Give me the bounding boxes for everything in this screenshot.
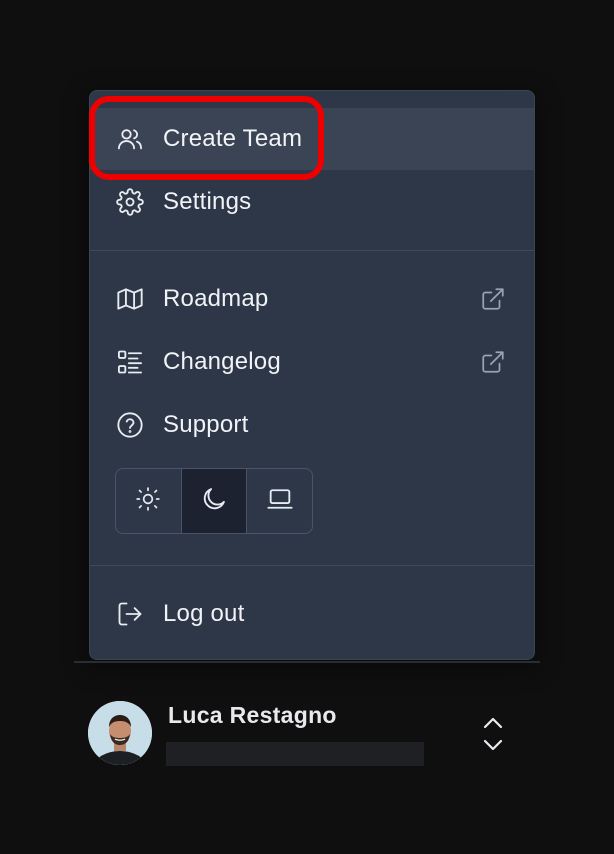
map-icon [116, 285, 144, 313]
moon-icon [200, 485, 228, 518]
users-icon [116, 125, 144, 153]
laptop-icon [266, 485, 294, 518]
user-email-redacted [166, 742, 424, 766]
menu-item-label: Support [163, 411, 249, 438]
theme-system-button[interactable] [247, 469, 312, 533]
theme-light-button[interactable] [116, 469, 182, 533]
menu-divider [90, 250, 534, 251]
user-account-switcher[interactable]: Luca Restagno [88, 700, 528, 770]
section-divider [74, 661, 540, 663]
logout-icon [116, 600, 144, 628]
menu-item-settings[interactable]: Settings [90, 171, 534, 233]
menu-item-roadmap[interactable]: Roadmap [90, 268, 534, 330]
external-link-icon [480, 286, 506, 312]
menu-item-label: Changelog [163, 348, 281, 375]
menu-divider [90, 565, 534, 566]
menu-item-label: Create Team [163, 125, 303, 152]
menu-item-logout[interactable]: Log out [90, 583, 534, 645]
list-icon [116, 348, 144, 376]
menu-item-label: Settings [163, 188, 252, 215]
menu-item-create-team[interactable]: Create Team [90, 108, 534, 170]
menu-item-changelog[interactable]: Changelog [90, 331, 534, 393]
theme-dark-button[interactable] [181, 469, 248, 533]
gear-icon [116, 188, 144, 216]
menu-item-support[interactable]: Support [90, 394, 534, 456]
help-circle-icon [116, 411, 144, 439]
user-name: Luca Restagno [168, 702, 337, 728]
avatar [88, 701, 152, 765]
external-link-icon [480, 349, 506, 375]
sun-icon [135, 486, 161, 517]
menu-item-label: Log out [163, 600, 245, 627]
chevron-up-down-icon[interactable] [480, 714, 506, 754]
app-stage: Create Team Settings Roadmap Changelog S… [0, 0, 614, 854]
user-dropdown-menu: Create Team Settings Roadmap Changelog S… [89, 90, 535, 660]
menu-item-label: Roadmap [163, 285, 269, 312]
theme-switcher [115, 468, 313, 534]
